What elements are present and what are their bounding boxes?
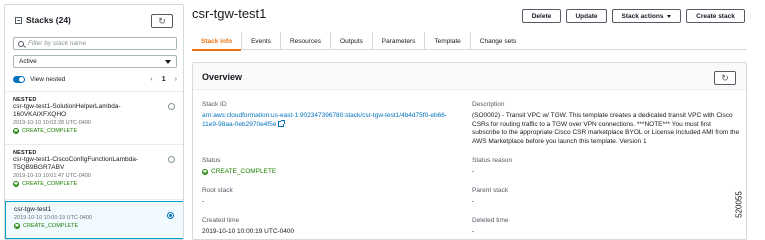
refresh-icon: ↻	[158, 15, 166, 26]
stack-name: csr-tgw-test1-SolutionHelperLambda-160VK…	[13, 103, 121, 118]
stack-id-line2[interactable]: 11e9-98aa-0eb2970e4f5e	[202, 121, 276, 128]
tab-template[interactable]: Template	[425, 32, 471, 50]
parent-stack-field: Parent stack -	[472, 187, 732, 207]
description-value: (SO0002) - Transit VPC w/ TGW. This temp…	[472, 112, 742, 146]
success-icon	[13, 128, 19, 134]
status-label: Status	[202, 157, 221, 164]
stack-status: CREATE_COMPLETE	[13, 181, 177, 187]
created-time-label: Created time	[202, 217, 240, 224]
status-field: Status CREATE_COMPLETE	[202, 157, 462, 177]
deleted-time-field: Deleted time -	[472, 217, 732, 237]
description-line: AWS Marketplace before you launch this t…	[472, 137, 647, 145]
stack-id-value[interactable]: arn:aws:cloudformation:us-east-1:9023473…	[202, 112, 472, 129]
stack-tabs: Stack info Events Resources Outputs Para…	[192, 32, 747, 51]
stack-status-text: CREATE_COMPLETE	[23, 223, 79, 229]
figure-code: 520055	[734, 191, 744, 218]
stack-id-field: Stack ID arn:aws:cloudformation:us-east-…	[202, 101, 472, 129]
prev-page-button[interactable]: ‹	[150, 76, 152, 83]
stack-radio-selected[interactable]	[167, 212, 174, 219]
stack-list-item[interactable]: NESTED csr-tgw-test1-CiscoConfigFunction…	[5, 146, 183, 200]
parent-stack-value: -	[472, 198, 475, 205]
view-nested-row: View nested ‹ 1 ›	[13, 73, 177, 85]
tab-parameters[interactable]: Parameters	[373, 32, 426, 50]
description-line: CSRs for routing traffic to a TGW over V…	[472, 120, 711, 128]
status-value: CREATE_COMPLETE	[202, 168, 462, 177]
external-link-icon[interactable]	[278, 119, 286, 127]
search-placeholder: Filter by stack name	[28, 40, 87, 47]
tab-outputs[interactable]: Outputs	[331, 32, 373, 50]
page-title: csr-tgw-test1	[192, 6, 267, 21]
stack-name: csr-tgw-test1-CiscoConfigFunctionLambda-…	[13, 156, 138, 171]
stack-actions-button[interactable]: Stack actions	[612, 9, 681, 23]
stack-time: 2019-10-10 10:00:19 UTC-0400	[14, 215, 92, 221]
description-line: (SO0002) - Transit VPC w/ TGW. This temp…	[472, 112, 733, 119]
stack-status: CREATE_COMPLETE	[14, 223, 176, 229]
delete-label: Delete	[531, 12, 552, 20]
stack-search-input[interactable]: Filter by stack name	[13, 37, 177, 50]
stack-actions-label: Stack actions	[621, 12, 664, 20]
dropdown-icon	[165, 59, 171, 64]
created-time-value: 2019-10-10 10:00:19 UTC-0400	[202, 228, 295, 235]
stack-id-label: Stack ID	[202, 101, 227, 108]
view-nested-toggle[interactable]	[13, 75, 25, 83]
filter-value: Active	[19, 58, 37, 65]
status-reason-field: Status reason -	[472, 157, 732, 177]
create-stack-button[interactable]: Create stack	[686, 9, 745, 23]
stack-id-line1[interactable]: arn:aws:cloudformation:us-east-1:9023473…	[202, 112, 472, 121]
root-stack-value: -	[202, 198, 205, 205]
refresh-icon: ↻	[721, 72, 729, 83]
chevron-down-icon	[667, 14, 672, 18]
pagination: ‹ 1 ›	[150, 76, 177, 83]
current-page[interactable]: 1	[162, 76, 166, 83]
delete-button[interactable]: Delete	[522, 9, 561, 23]
search-icon	[18, 40, 24, 47]
update-button[interactable]: Update	[566, 9, 607, 23]
success-icon	[13, 181, 19, 187]
status-reason-value: -	[472, 168, 475, 175]
tab-stack-info[interactable]: Stack info	[192, 32, 243, 51]
stack-list-item[interactable]: NESTED csr-tgw-test1-SolutionHelperLambd…	[5, 93, 183, 145]
overview-title: Overview	[202, 72, 243, 82]
success-icon	[14, 223, 20, 229]
stack-name: csr-tgw-test1	[14, 206, 52, 213]
success-icon	[202, 169, 208, 176]
stack-radio[interactable]	[168, 156, 175, 163]
divider	[5, 91, 183, 92]
refresh-stacks-button[interactable]: ↻	[151, 14, 173, 28]
stack-time: 2019-10-10 10:02:28 UTC-0400	[13, 120, 91, 126]
update-label: Update	[575, 12, 598, 20]
description-label: Description	[472, 101, 505, 108]
stack-list-item-selected[interactable]: csr-tgw-test1 2019-10-10 10:00:19 UTC-04…	[5, 201, 183, 239]
parent-stack-label: Parent stack	[472, 187, 509, 194]
overview-panel: Overview ↻ Stack ID arn:aws:cloudformati…	[192, 62, 747, 240]
view-nested-label: View nested	[30, 75, 66, 83]
collapse-icon[interactable]	[15, 17, 22, 24]
tab-change-sets[interactable]: Change sets	[471, 32, 526, 50]
stacks-title: Stacks (24)	[15, 15, 71, 25]
status-reason-label: Status reason	[472, 157, 513, 164]
stack-time: 2019-10-10 10:01:47 UTC-0400	[13, 173, 91, 179]
stack-status: CREATE_COMPLETE	[13, 128, 177, 134]
status-text: CREATE_COMPLETE	[211, 168, 277, 175]
overview-header: Overview ↻	[193, 63, 746, 90]
root-stack-field: Root stack -	[202, 187, 462, 207]
created-time-field: Created time 2019-10-10 10:00:19 UTC-040…	[202, 217, 462, 237]
description-line: subscribe to the appropriate Cisco CSR m…	[472, 129, 740, 136]
stacks-panel-header: Stacks (24) ↻	[5, 5, 183, 35]
stacks-panel: Stacks (24) ↻ Filter by stack name Activ…	[4, 4, 184, 240]
stacks-count-label: Stacks (24)	[26, 15, 71, 25]
refresh-overview-button[interactable]: ↻	[714, 71, 736, 85]
stack-status-filter[interactable]: Active	[13, 55, 177, 68]
deleted-time-value: -	[472, 228, 475, 235]
next-page-button[interactable]: ›	[175, 76, 177, 83]
stack-status-text: CREATE_COMPLETE	[22, 181, 78, 187]
create-stack-label: Create stack	[696, 12, 735, 20]
tab-events[interactable]: Events	[242, 32, 281, 50]
stack-radio[interactable]	[168, 103, 175, 110]
description-field: Description (SO0002) - Transit VPC w/ TG…	[472, 101, 742, 146]
deleted-time-label: Deleted time	[472, 217, 509, 224]
stack-status-text: CREATE_COMPLETE	[22, 128, 78, 134]
root-stack-label: Root stack	[202, 187, 233, 194]
tab-resources[interactable]: Resources	[281, 32, 332, 50]
